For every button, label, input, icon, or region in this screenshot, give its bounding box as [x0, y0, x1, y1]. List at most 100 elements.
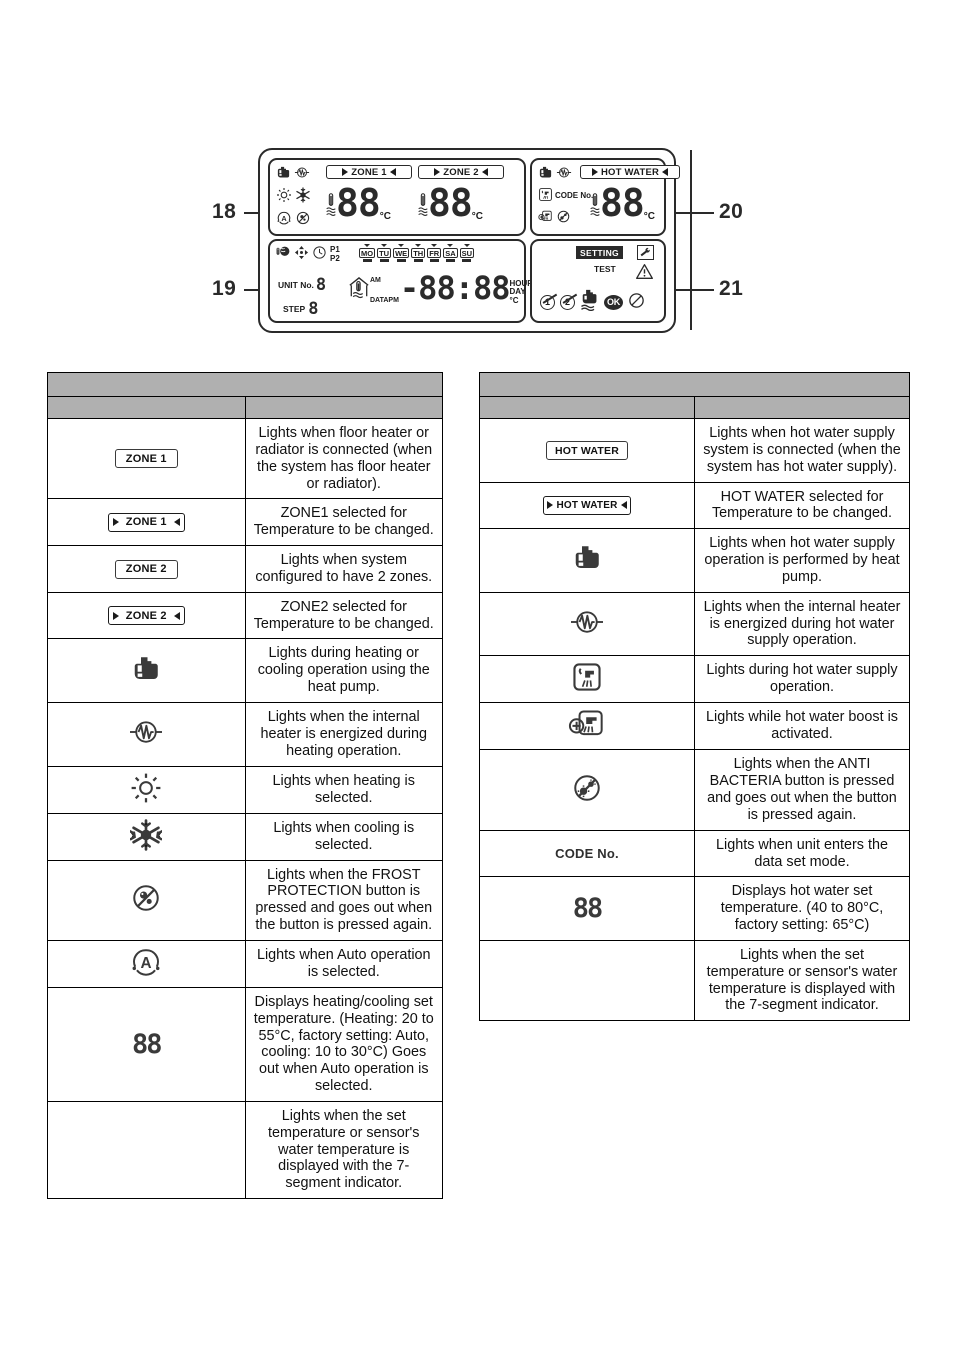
seven-segment-display-icon: 88 [47, 986, 246, 1102]
lcd-hotwater-label: HOT WATER [600, 166, 660, 178]
svg-text:A: A [141, 955, 152, 972]
seven-segment-value: 88 [572, 893, 603, 925]
lcd-zone-section: A ZONE 1 88 °C ZONE 2 88 °C [268, 158, 526, 236]
hot-water-boost-icon [568, 708, 606, 744]
legend-description: Lights during heating or cooling operati… [244, 638, 443, 703]
internal-heater-icon [556, 165, 572, 184]
legend-row: Lights when the FROST PROTECTION button … [47, 859, 443, 941]
legend-symbol-empty [479, 939, 695, 1022]
lcd-p2-label: P2 [330, 253, 340, 263]
legend-row: ZONE 1 Lights when floor heater or radiat… [47, 417, 443, 500]
weekday-underline [429, 259, 439, 262]
legend-description: Lights when cooling is selected. [244, 812, 443, 861]
heating-sun-icon [130, 772, 162, 808]
lcd-hotwater-value: 88 [600, 181, 645, 225]
hot-water-faucet-icon [571, 661, 603, 697]
weekday-tick-icon [381, 244, 388, 247]
lcd-hotwater-section: CODE No. HOT WATER 88 °C [530, 158, 680, 236]
lcd-hotwater-tag: HOT WATER [580, 165, 680, 179]
legend-row: 88 Displays hot water set temperature. (4… [479, 876, 910, 941]
lcd-weekday-su: SU [459, 244, 475, 262]
lcd-ok-badge: OK [604, 294, 623, 310]
legend-row: HOT WATER Lights when hot water supply sy… [479, 418, 910, 483]
legend-description: Lights when the ANTI BACTERIA button is … [694, 749, 910, 831]
water-thermometer-icon [326, 192, 336, 222]
lcd-unit-no-label: UNIT No. [278, 279, 314, 290]
wrench-icon [636, 245, 654, 260]
water-thermometer-icon [590, 192, 600, 222]
lcd-weekday-th: TH [411, 244, 426, 262]
weekday-tick-icon [398, 244, 405, 247]
lcd-weekday-mo: MO [359, 244, 376, 262]
tag-label: ZONE 2 [114, 559, 178, 579]
lcd-weekday-we: WE [393, 244, 410, 262]
lcd-circle-1: 1 [540, 294, 555, 310]
heat-pump-icon [276, 165, 291, 184]
legend-row: ZONE 2 Lights when system configured to h… [47, 545, 443, 593]
lcd-weekday-sa: SA [443, 244, 458, 262]
weekday-tick-icon [463, 244, 470, 247]
hot-water-boost-icon [538, 209, 553, 228]
internal-heater-icon [569, 607, 605, 641]
anti-bacteria-icon [556, 209, 571, 228]
zone-tag-plain: HOT WATER [479, 418, 695, 483]
triangle-right-icon [434, 168, 441, 176]
weekday-underline [462, 259, 472, 262]
legend-row: 88 Displays heating/cooling set temperatu… [47, 986, 443, 1102]
legend-description: Lights when the set temperature or senso… [694, 939, 910, 1022]
legend-row: A Lights when Auto operation is selected. [47, 939, 443, 988]
lcd-weekday-fr: FR [427, 244, 442, 262]
lcd-schedule-section: P1 P2 MO TU WE TH FR SA SU UNIT No. 8 STEP [268, 239, 533, 323]
weekday-underline [396, 259, 406, 262]
tag-label: HOT WATER [545, 441, 628, 461]
legend-description: Lights when the internal heater is energ… [244, 701, 443, 767]
legend-symbol-empty [47, 1100, 246, 1200]
sensor-temp-icon [276, 245, 291, 264]
lcd-data-label: DATA [370, 296, 389, 304]
lcd-zone2-unit: °C [471, 211, 483, 222]
lcd-test-label: TEST [594, 264, 616, 274]
legend-description: Lights when the FROST PROTECTION button … [244, 859, 443, 941]
triangle-right-icon [342, 168, 349, 176]
legend-row: Lights when the set temperature or senso… [47, 1100, 443, 1200]
weekday-label: SA [443, 248, 458, 258]
auto-operation-icon: A [130, 946, 162, 982]
weekday-label: TU [377, 248, 392, 258]
heat-pump-icon [538, 165, 553, 184]
internal-heater-icon [47, 701, 246, 767]
heating-sun-icon [276, 187, 292, 207]
legend-row: Lights during hot water supply operation… [479, 655, 910, 704]
lcd-setting-chip: SETTING [576, 246, 623, 259]
tag-selected-wrap: HOT WATER [543, 495, 631, 515]
anti-bacteria-icon [479, 749, 695, 831]
lcd-zone2-label: ZONE 2 [443, 166, 479, 178]
legend-header-symbol [479, 396, 695, 419]
code-no-indicator: CODE No. [479, 829, 695, 878]
weekday-tick-icon [364, 244, 371, 247]
legend-description: Displays heating/cooling set temperature… [244, 986, 443, 1102]
prohibited-icon [628, 292, 645, 313]
lcd-hotwater-unit: °C [643, 211, 655, 222]
heating-sun-icon [47, 765, 246, 814]
lcd-clock-value: -88:88 [399, 269, 511, 307]
lcd-data-pm-wrap: DATAPM [370, 297, 399, 304]
seven-segment-display-icon: 88 [479, 876, 695, 941]
weekday-tick-icon [415, 244, 422, 247]
lcd-zone1-tag: ZONE 1 [326, 165, 412, 179]
lcd-zone2-value: 88 [428, 181, 473, 225]
legend-row: Lights when cooling is selected. [47, 812, 443, 861]
lcd-status-section: SETTING TEST 1 2 OK [530, 239, 666, 323]
legend-row: Lights during heating or cooling operati… [47, 638, 443, 703]
zone-tag-plain: ZONE 2 [47, 545, 246, 593]
heat-pump-icon [479, 528, 695, 593]
legend-row: ZONE 1 ZONE1 selected for Temperature to … [47, 498, 443, 547]
lcd-pm-label: PM [388, 296, 399, 304]
house-water-temp-icon [348, 275, 370, 305]
tag-label: ZONE 1 [114, 449, 178, 469]
legend-description: Lights when floor heater or radiator is … [244, 417, 443, 500]
triangle-left-icon [481, 168, 488, 176]
cooling-snowflake-icon [295, 187, 311, 207]
callout-number-21: 21 [719, 277, 744, 300]
legend-header-symbol [47, 396, 246, 419]
legend-row: Lights when the set temperature or senso… [479, 939, 910, 1022]
